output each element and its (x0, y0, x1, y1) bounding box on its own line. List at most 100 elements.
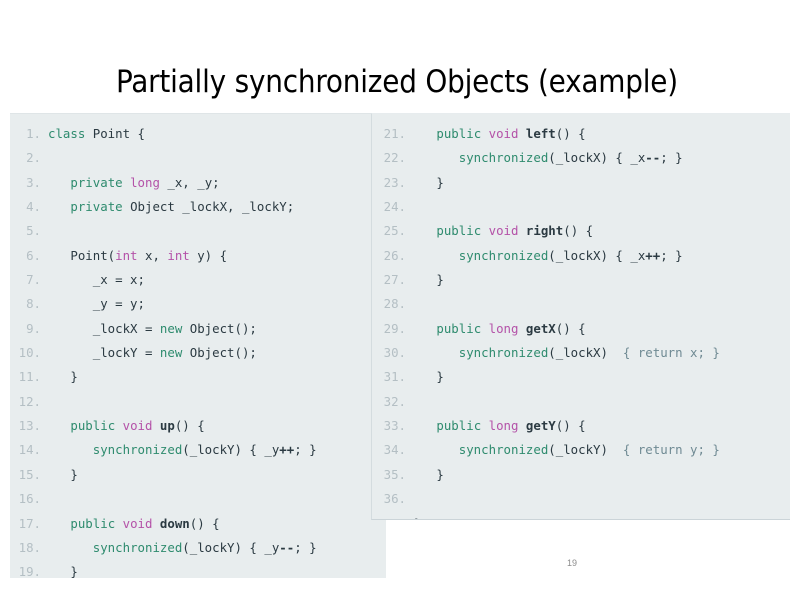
code-line: 21. public void left() { (372, 122, 790, 146)
code-token: public (436, 418, 489, 434)
code-line-number: 4. (26, 199, 41, 215)
code-line-number: 29. (383, 320, 406, 336)
code-line: 31. } (372, 365, 790, 389)
code-token: } (414, 272, 444, 288)
code-line-number: 26. (383, 247, 406, 263)
code-line: 5. (10, 219, 386, 243)
code-token: synchronized (458, 442, 549, 458)
code-token: public (436, 320, 489, 336)
code-line-number: 16. (18, 491, 41, 507)
code-token: _lockX = (48, 320, 160, 336)
code-line-number: 35. (383, 466, 406, 482)
code-line-number: 3. (26, 174, 41, 190)
code-token: (_lockY) (548, 442, 623, 458)
code-line-text: class Point { (48, 126, 145, 141)
code-line: 30. synchronized(_lockX) { return x; } (372, 341, 790, 365)
code-token: right (525, 223, 564, 239)
code-token: Object(); (189, 320, 257, 336)
code-token: () { (555, 418, 586, 434)
code-token: int (115, 247, 138, 263)
code-token: () { (555, 320, 586, 336)
code-line-text: public long getX() { (414, 320, 586, 336)
code-token: long (488, 320, 526, 336)
code-token: (_lockX) { _x (548, 247, 646, 263)
code-token: long (488, 418, 526, 434)
code-token: } (414, 466, 444, 482)
code-line: 11. } (10, 365, 386, 389)
code-line-text: _lockX = new Object(); (48, 321, 257, 336)
code-token: ; } (660, 150, 683, 166)
code-line: 26. synchronized(_lockX) { _x++; } (372, 244, 790, 268)
code-line-number: 37. (372, 512, 414, 520)
code-token: getX (525, 320, 556, 336)
code-token: up (159, 418, 175, 434)
code-line-number: 15. (18, 466, 41, 482)
code-line: 6. Point(int x, int y) { (10, 244, 386, 268)
code-token: ; } (660, 247, 683, 263)
code-line-number: 8. (26, 296, 41, 312)
code-line-number: 36. (383, 491, 406, 507)
code-token: void (122, 418, 160, 434)
code-line: 32. (372, 390, 790, 414)
code-line-number: 9. (26, 320, 41, 336)
code-line: 13. public void up() { (10, 414, 386, 438)
code-token: ; } (294, 442, 317, 458)
code-token: -- (645, 150, 661, 166)
code-token: private (70, 174, 131, 190)
code-line: 10. _lockY = new Object(); (10, 341, 386, 365)
code-token: void (488, 126, 526, 141)
code-line-number: 2. (26, 150, 41, 166)
slide-page-number: 19 (566, 558, 577, 568)
code-token: (_lockX) (548, 345, 623, 361)
code-token: () { (174, 418, 205, 434)
code-line-text: synchronized(_lockY) { return y; } (414, 442, 720, 457)
code-line: 28. (372, 292, 790, 316)
code-line-text: Point(int x, int y) { (48, 248, 227, 263)
code-token: class (48, 126, 93, 141)
code-line-text: } (48, 467, 77, 482)
code-token: synchronized (92, 539, 183, 555)
code-token: public (436, 126, 489, 141)
code-token: } (48, 369, 78, 385)
code-token: Point { (92, 126, 145, 141)
code-token: { return y; } (622, 442, 720, 458)
code-line-number: 14. (18, 442, 41, 458)
code-line: 35. } (372, 463, 790, 487)
code-token: (_lockY) { _y (182, 442, 280, 458)
code-line: 25. public void right() { (372, 219, 790, 243)
code-line-text: } (414, 369, 443, 384)
code-line: 7. _x = x; (10, 268, 386, 292)
code-token: (_lockX) { _x (548, 150, 646, 166)
code-line: 19. } (10, 560, 386, 578)
code-token: () { (555, 126, 586, 141)
code-block-right: 21. public void left() {22. synchronized… (371, 113, 790, 520)
code-token: synchronized (92, 442, 183, 458)
code-token: new (159, 320, 190, 336)
code-line-number: 30. (383, 345, 406, 361)
code-line-text: synchronized(_lockX) { _x++; } (414, 248, 683, 263)
code-line-number: 10. (18, 345, 41, 361)
code-line-number: 25. (383, 223, 406, 239)
code-line-text: synchronized(_lockY) { _y++; } (48, 442, 317, 457)
code-line: 24. (372, 195, 790, 219)
code-line: 14. synchronized(_lockY) { _y++; } (10, 438, 386, 462)
code-line-number: 11. (18, 369, 41, 385)
code-line: 33. public long getY() { (372, 414, 790, 438)
code-line-number: 28. (383, 296, 406, 312)
code-token: } (48, 564, 78, 578)
code-line-text: _x = x; (48, 272, 145, 287)
code-line-text: public void left() { (414, 126, 586, 141)
code-token: getY (525, 418, 556, 434)
code-line-number: 1. (26, 126, 41, 141)
code-line-number: 31. (383, 369, 406, 385)
code-token: -- (279, 539, 295, 555)
